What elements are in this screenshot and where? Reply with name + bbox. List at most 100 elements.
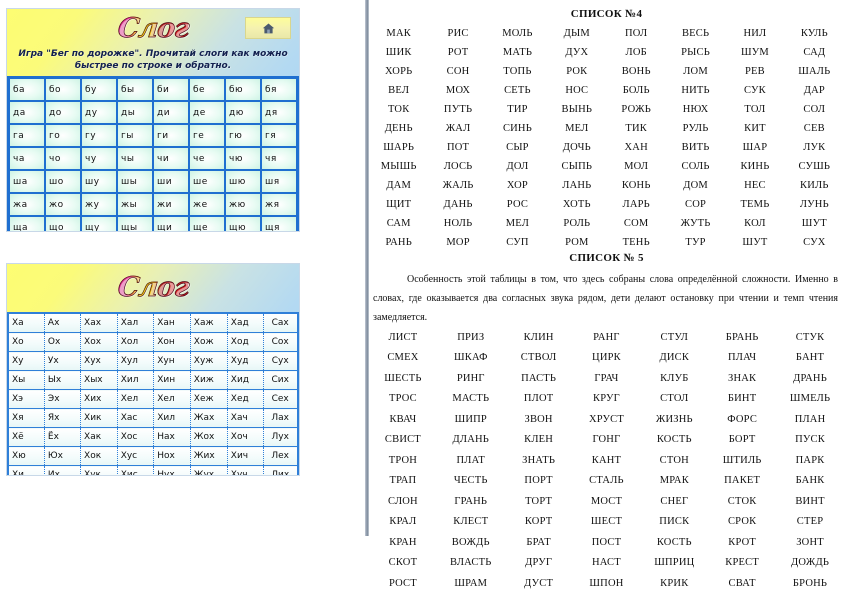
list4-word: ЛУНЬ [799, 199, 829, 210]
list4-word-grid: МАК РИС МОЛЬ ДЫМ ПОЛ ВЕСЬ НИЛ КУЛЬ ШИК РОТ МАТЬ ДУХ… [369, 24, 844, 252]
list5-word: БИНТ [727, 393, 757, 405]
x-word-cell: Хад [226, 312, 264, 333]
syllable-cell: га [9, 124, 45, 147]
list4-row: ЩИТ ДАНЬ РОС ХОТЬ ЛАРЬ СОР ТЕМЬ ЛУНЬ [369, 195, 844, 214]
list4-word: НИТЬ [681, 85, 710, 96]
syllable-cell: гу [81, 124, 117, 147]
list5-word: ДРУГ [525, 557, 553, 569]
list5-word: ЗНАК [728, 372, 757, 384]
list5-word: РОСТ [388, 577, 417, 589]
slide-x-words[interactable]: Слог Ха Ах Хах Хал Хан Хаж Хад Сах Хо Ох Хох Хол Хон… [6, 263, 300, 476]
x-word-cell: Нух [153, 465, 191, 475]
list5-word: КЛИН [523, 331, 554, 343]
x-word-cell: Хел [153, 389, 191, 409]
x-word-cell: Хас [116, 408, 154, 428]
list5-description: Особенность этой таблицы в том, что здес… [369, 270, 844, 327]
x-word-row: Хэ Эх Хих Хел Хел Хеж Хед Сех [8, 389, 298, 409]
list5-word: ПЛОТ [523, 393, 554, 405]
x-word-cell: Хы [8, 370, 45, 390]
list4-word: ТОЛ [744, 104, 766, 115]
syllable-cell: чи [153, 147, 189, 170]
list5-word: ШТИЛЬ [722, 454, 762, 466]
list5-word: ПЛАЧ [727, 352, 757, 364]
list4-row: МАК РИС МОЛЬ ДЫМ ПОЛ ВЕСЬ НИЛ КУЛЬ [369, 24, 844, 43]
list5-row: ШЕСТЬ РИНГ ПАСТЬ ГРАЧ КЛУБ ЗНАК ДРАНЬ [369, 368, 844, 389]
list4-row: ДАМ ЖАЛЬ ХОР ЛАНЬ КОНЬ ДОМ НЕС КИЛЬ [369, 176, 844, 195]
list5-word: ПЛАН [794, 413, 826, 425]
x-word-cell: Хал [116, 312, 154, 333]
list5-word: МОСТ [590, 495, 623, 507]
x-word-row: Ху Ух Хух Хул Хун Хуж Худ Сух [8, 351, 298, 371]
x-word-cell: Хед [226, 389, 264, 409]
home-button[interactable] [245, 17, 291, 39]
list5-word: СВИСТ [384, 434, 421, 446]
list4-row: ТОК ПУТЬ ТИР ВЫНЬ РОЖЬ НЮХ ТОЛ СОЛ [369, 100, 844, 119]
list5-word: ДИСК [659, 352, 690, 364]
x-word-cell: Хук [80, 465, 118, 475]
list4-word: СЕТЬ [504, 85, 531, 96]
list5-word: БОРТ [728, 434, 756, 446]
syllable-row: ща що щу щы щи ще щю щя [9, 216, 297, 231]
slide-syllable-race[interactable]: Слог Игра "Бег по дорожке". Прочитай сло… [6, 8, 300, 232]
list4-word: МЕЛ [505, 218, 530, 229]
list4-word: ТОК [387, 104, 410, 115]
list5-word: СМЕХ [387, 352, 419, 364]
x-word-cell: Хок [80, 446, 118, 466]
x-word-cell: Хя [8, 408, 45, 428]
list4-word: МОЛЬ [502, 28, 533, 39]
list4-word: КОНЬ [621, 180, 651, 191]
list4-word: РОМ [565, 237, 589, 248]
x-word-cell: Ёх [43, 427, 81, 447]
list4-word: РОЖЬ [621, 104, 651, 115]
list4-word: НОС [565, 85, 589, 96]
syllable-cell: жу [81, 193, 117, 216]
syllable-cell: де [189, 101, 225, 124]
list4-word: НЮХ [682, 104, 709, 115]
list5-row: ТРАП ЧЕСТЬ ПОРТ СТАЛЬ МРАК ПАКЕТ БАНК [369, 471, 844, 492]
list4-word: МЫШЬ [380, 161, 417, 172]
list4-word: РУЛЬ [682, 123, 709, 134]
list5-word: ШЕСТ [590, 516, 623, 528]
list5-word: СТАЛЬ [589, 475, 624, 487]
list4-word: ВИТЬ [681, 142, 710, 153]
list4-word: НОЛЬ [443, 218, 473, 229]
list4-word: ТОПЬ [503, 66, 532, 77]
list5-heading: СПИСОК № 5 [569, 252, 644, 264]
syllable-cell: ши [153, 170, 189, 193]
x-word-cell: Худ [226, 351, 264, 371]
list5-word: ТРОС [388, 393, 417, 405]
list4-word: СОН [446, 66, 470, 77]
x-word-cell: Сих [263, 370, 298, 390]
x-word-cell: Хуч [226, 465, 264, 475]
syllable-cell: бя [261, 78, 297, 101]
list4-word: СУШЬ [798, 161, 831, 172]
list4-word: СЕВ [803, 123, 825, 134]
list4-word: ДАР [803, 85, 825, 96]
list4-word: СОЛЬ [681, 161, 710, 172]
list4-row: ДЕНЬ ЖАЛ СИНЬ МЕЛ ТИК РУЛЬ КИТ СЕВ [369, 119, 844, 138]
list4-word: ВЕЛ [388, 85, 410, 96]
x-word-cell: Хах [80, 312, 118, 333]
syllable-cell: ша [9, 170, 45, 193]
x-word-cell: Лух [263, 427, 298, 447]
syllable-row: да до ду ды ди де дю дя [9, 101, 297, 124]
list4-word: ШУМ [740, 47, 769, 58]
list5-word: НАСТ [592, 557, 621, 569]
list4-word: ТИР [507, 104, 528, 115]
x-word-cell: Хух [80, 351, 118, 371]
list5-word: ФОРС [727, 413, 758, 425]
list4-row: САМ НОЛЬ МЕЛ РОЛЬ СОМ ЖУТЬ КОЛ ШУТ [369, 214, 844, 233]
syllable-cell: бю [225, 78, 261, 101]
list5-row: КВАЧ ШИПР ЗВОН ХРУСТ ЖИЗНЬ ФОРС ПЛАН [369, 409, 844, 430]
syllable-cell: го [45, 124, 81, 147]
syllable-cell: ды [117, 101, 153, 124]
list4-word: РЫСЬ [681, 47, 710, 58]
list4-word: КУЛЬ [800, 28, 828, 39]
syllable-cell: чо [45, 147, 81, 170]
list4-word: СУП [506, 237, 529, 248]
x-word-cell: Хин [153, 370, 191, 390]
list5-word: БАНК [795, 475, 825, 487]
x-word-cell: Хоч [226, 427, 264, 447]
list4-word: ЖАЛ [445, 123, 471, 134]
list5-word: БРАТ [526, 536, 551, 548]
